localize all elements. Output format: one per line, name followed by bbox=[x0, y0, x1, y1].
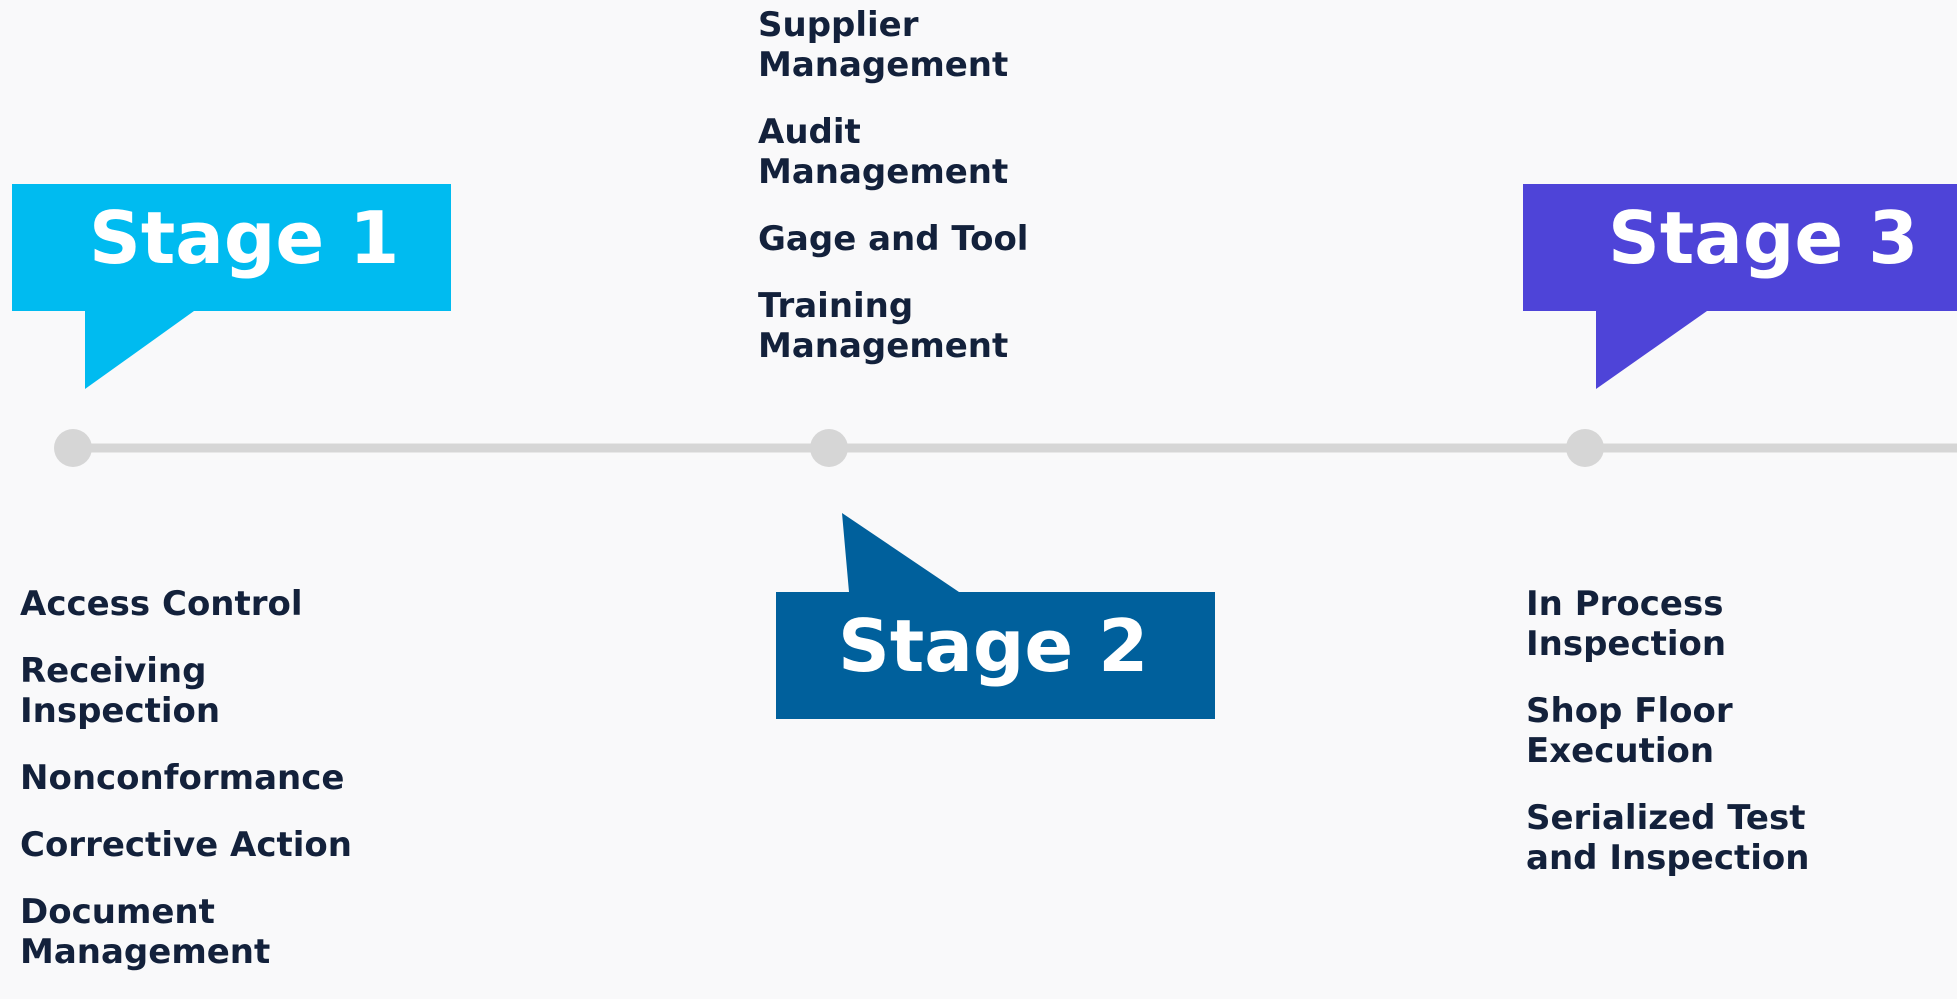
stage-1-item-list: Access Control Receiving Inspection Nonc… bbox=[20, 584, 380, 999]
list-item: In Process Inspection bbox=[1526, 584, 1727, 664]
stage-2-item-list: Supplier Management Audit Management Gag… bbox=[758, 5, 1048, 393]
stage-2-callout: Stage 2 bbox=[776, 513, 1216, 720]
stage-1-label: Stage 1 bbox=[89, 196, 400, 280]
list-item: Access Control bbox=[20, 584, 303, 624]
list-item: Corrective Action bbox=[20, 825, 352, 865]
stage-3-label: Stage 3 bbox=[1608, 196, 1919, 280]
list-item: Receiving Inspection bbox=[20, 651, 221, 731]
list-item: Nonconformance bbox=[20, 758, 345, 798]
stage-1-callout: Stage 1 bbox=[12, 184, 452, 390]
list-item: Audit Management bbox=[758, 112, 1009, 192]
stage-3-callout: Stage 3 bbox=[1523, 184, 1957, 390]
list-item: Gage and Tool bbox=[758, 219, 1029, 259]
timeline-node-stage-1 bbox=[54, 429, 92, 467]
list-item: Supplier Management bbox=[758, 5, 1009, 85]
stage-2-label: Stage 2 bbox=[838, 604, 1149, 688]
stage-3-item-list: In Process Inspection Shop Floor Executi… bbox=[1526, 584, 1836, 905]
list-item: Document Management bbox=[20, 892, 271, 972]
list-item: Shop Floor Execution bbox=[1526, 691, 1733, 771]
list-item: Serialized Test and Inspection bbox=[1526, 798, 1810, 878]
list-item: Training Management bbox=[758, 286, 1009, 366]
timeline-node-stage-2 bbox=[810, 429, 848, 467]
timeline-node-stage-3 bbox=[1566, 429, 1604, 467]
